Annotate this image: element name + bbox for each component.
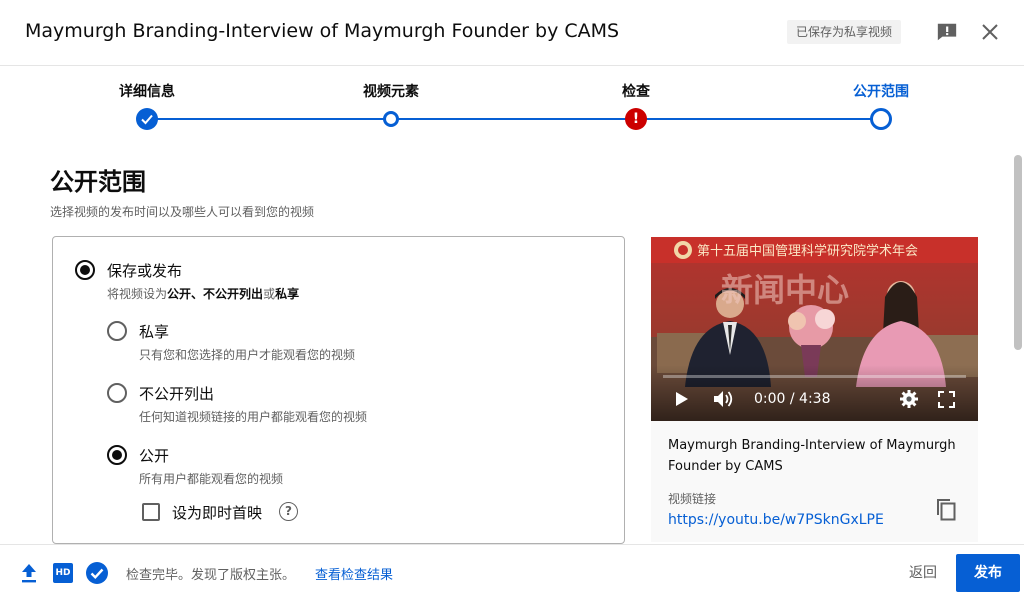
error-icon: ! <box>625 108 647 130</box>
video-title: Maymurgh Branding-Interview of Maymurgh … <box>668 438 956 474</box>
banner-text: 第十五届中国管理科学研究院学术年会 <box>697 243 918 259</box>
unlisted-label: 不公开列出 <box>139 385 215 403</box>
help-icon[interactable]: ? <box>279 502 298 521</box>
copy-icon[interactable] <box>935 497 959 523</box>
private-label: 私享 <box>139 323 170 341</box>
view-checks-link[interactable]: 查看检查结果 <box>315 564 393 583</box>
close-icon[interactable] <box>978 20 1002 44</box>
volume-icon[interactable] <box>713 390 735 412</box>
save-or-publish-desc: 将视频设为公开、不公开列出或私享 <box>107 287 300 301</box>
step-checks[interactable]: 检查 ! <box>576 81 696 130</box>
settings-icon[interactable] <box>899 389 919 413</box>
check-icon <box>136 108 158 130</box>
progress-track <box>663 375 966 378</box>
back-button[interactable]: 返回 <box>896 555 950 591</box>
public-label: 公开 <box>139 447 170 465</box>
public-desc: 所有用户都能观看您的视频 <box>139 472 284 486</box>
video-preview-card: 新闻中心 第十五届中国管理科学研究院学术年会 0:00 / 4:38 Maymu… <box>651 237 978 542</box>
feedback-icon[interactable] <box>934 20 960 44</box>
hd-icon[interactable]: HD <box>53 563 73 583</box>
unlisted-desc: 任何知道视频链接的用户都能观看您的视频 <box>139 410 368 424</box>
video-time: 0:00 / 4:38 <box>754 391 831 407</box>
step-visibility[interactable]: 公开范围 <box>821 81 941 130</box>
public-radio[interactable] <box>107 445 127 465</box>
video-player[interactable]: 新闻中心 第十五届中国管理科学研究院学术年会 0:00 / 4:38 <box>651 237 978 421</box>
dialog-footer: HD 检查完毕。发现了版权主张。 查看检查结果 返回 发布 <box>0 544 1024 598</box>
step-details[interactable]: 详细信息 <box>87 81 207 130</box>
current-step-icon <box>870 108 892 130</box>
checks-done-icon[interactable] <box>85 561 109 585</box>
private-desc: 只有您和您选择的用户才能观看您的视频 <box>139 348 356 362</box>
premiere-checkbox[interactable] <box>142 503 160 521</box>
step-visibility-label: 公开范围 <box>853 84 909 100</box>
premiere-label: 设为即时首映 <box>172 504 263 522</box>
step-checks-label: 检查 <box>622 84 650 100</box>
page-title: 公开范围 <box>50 168 146 196</box>
stepper-track <box>147 118 881 120</box>
save-or-publish-radio[interactable] <box>75 260 95 280</box>
backdrop-text: 新闻中心 <box>721 271 849 309</box>
checks-status: 检查完毕。发现了版权主张。 <box>126 568 296 583</box>
play-icon[interactable] <box>675 391 689 411</box>
video-link-label: 视频链接 <box>668 492 717 506</box>
page-description: 选择视频的发布时间以及哪些人可以看到您的视频 <box>50 205 315 219</box>
step-details-label: 详细信息 <box>119 84 175 100</box>
video-link[interactable]: https://youtu.be/w7PSknGxLPE <box>668 512 884 528</box>
private-radio[interactable] <box>107 321 127 341</box>
step-video-elements[interactable]: 视频元素 <box>331 81 451 127</box>
step-video-elements-label: 视频元素 <box>363 84 419 100</box>
unlisted-radio[interactable] <box>107 383 127 403</box>
saved-status-badge: 已保存为私享视频 <box>787 20 902 44</box>
dialog-header: Maymurgh Branding-Interview of Maymurgh … <box>0 0 1024 66</box>
step-dot-icon <box>383 111 399 127</box>
scrollbar[interactable] <box>1014 155 1022 350</box>
upload-icon[interactable] <box>19 562 41 584</box>
fullscreen-icon[interactable] <box>938 391 955 412</box>
visibility-options-panel: 保存或发布 将视频设为公开、不公开列出或私享 私享 只有您和您选择的用户才能观看… <box>52 236 625 544</box>
dialog-title: Maymurgh Branding-Interview of Maymurgh … <box>25 20 620 42</box>
video-info: Maymurgh Branding-Interview of Maymurgh … <box>651 421 978 542</box>
upload-stepper: 详细信息 视频元素 检查 ! 公开范围 <box>0 68 1024 138</box>
publish-button[interactable]: 发布 <box>956 554 1020 592</box>
save-or-publish-label: 保存或发布 <box>107 262 183 280</box>
